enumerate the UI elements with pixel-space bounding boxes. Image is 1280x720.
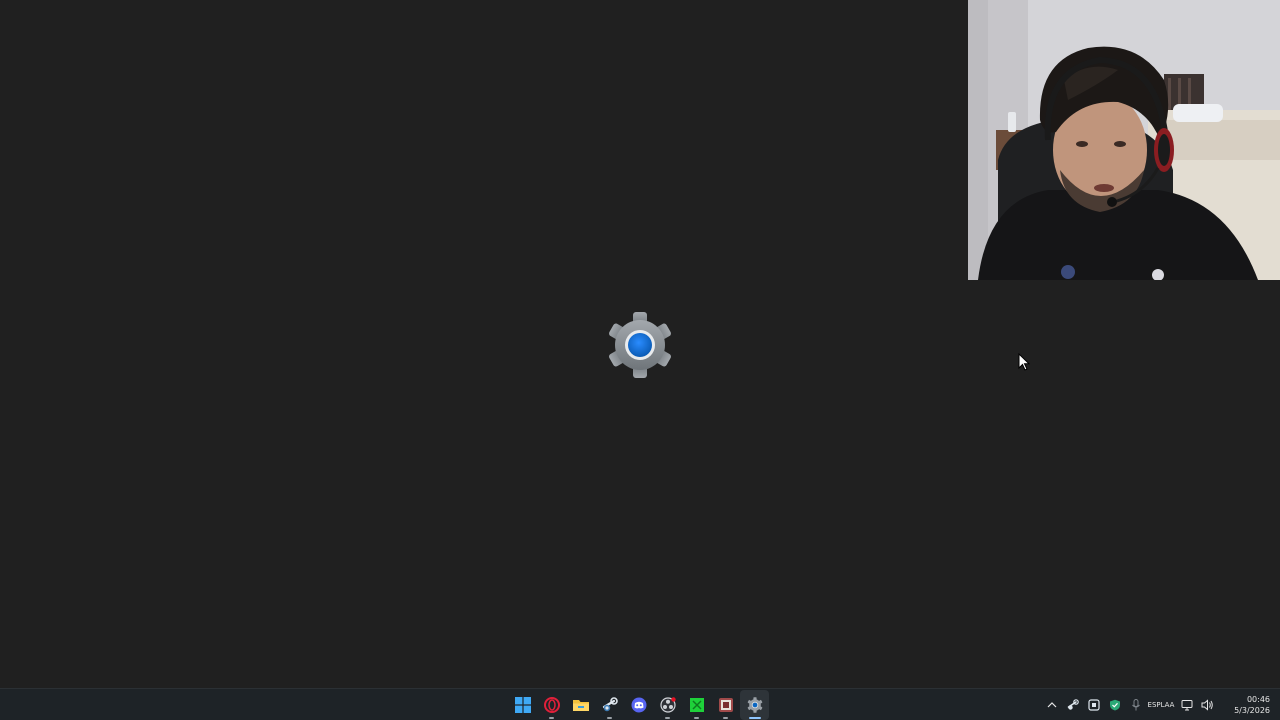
running-indicator bbox=[723, 717, 728, 719]
tray-microphone-button[interactable] bbox=[1125, 690, 1146, 720]
running-indicator bbox=[665, 717, 670, 719]
volume-icon bbox=[1201, 699, 1213, 711]
system-tray: ESP LAA 00:46 5/3/2026 bbox=[1041, 689, 1280, 720]
taskbar-opera-gx-button[interactable] bbox=[537, 690, 566, 720]
webcam-feed bbox=[968, 0, 1280, 280]
taskbar-green-app-button[interactable] bbox=[682, 690, 711, 720]
taskbar-discord-button[interactable] bbox=[624, 690, 653, 720]
clock-date: 5/3/2026 bbox=[1234, 706, 1270, 715]
steam-tray-icon bbox=[1067, 699, 1079, 710]
game-app-icon bbox=[718, 698, 733, 712]
taskbar-file-explorer-button[interactable] bbox=[566, 690, 595, 720]
running-indicator bbox=[694, 717, 699, 719]
running-indicator bbox=[607, 717, 612, 719]
settings-gear-icon bbox=[609, 312, 671, 378]
obs-icon bbox=[659, 697, 676, 713]
mouse-cursor-icon bbox=[1018, 353, 1030, 371]
tray-steam-button[interactable] bbox=[1062, 690, 1083, 720]
taskbar-steam-button[interactable] bbox=[595, 690, 624, 720]
shield-icon bbox=[1109, 699, 1120, 711]
chevron-up-icon bbox=[1047, 702, 1056, 708]
active-indicator bbox=[748, 717, 761, 719]
desktop: ESP LAA 00:46 5/3/2026 bbox=[0, 0, 1280, 720]
tray-security-button[interactable] bbox=[1104, 690, 1125, 720]
microphone-icon bbox=[1131, 699, 1140, 711]
taskbar-obs-button[interactable] bbox=[653, 690, 682, 720]
webcam-person-image bbox=[968, 0, 1280, 280]
taskbar-settings-button[interactable] bbox=[740, 690, 769, 720]
tray-volume-button[interactable] bbox=[1197, 690, 1218, 720]
discord-icon bbox=[631, 697, 646, 713]
taskbar-game-app-button[interactable] bbox=[711, 690, 740, 720]
clock-time: 00:46 bbox=[1246, 695, 1270, 704]
taskbar-pinned-apps bbox=[508, 689, 769, 720]
language-layout: LAA bbox=[1160, 701, 1175, 709]
taskbar-clock[interactable]: 00:46 5/3/2026 bbox=[1218, 694, 1280, 716]
network-icon bbox=[1181, 700, 1192, 711]
input-language-indicator[interactable]: ESP LAA bbox=[1146, 690, 1176, 720]
show-hidden-icons-button[interactable] bbox=[1041, 690, 1062, 720]
language-code: ESP bbox=[1147, 701, 1161, 709]
start-button[interactable] bbox=[508, 690, 537, 720]
tray-network-button[interactable] bbox=[1176, 690, 1197, 720]
app-tray-icon bbox=[1087, 699, 1100, 711]
tray-app-button[interactable] bbox=[1083, 690, 1104, 720]
windows-start-icon bbox=[514, 697, 531, 713]
opera-gx-icon bbox=[543, 697, 560, 713]
taskbar: ESP LAA 00:46 5/3/2026 bbox=[0, 688, 1280, 720]
file-explorer-icon bbox=[572, 700, 589, 711]
settings-icon bbox=[747, 697, 762, 713]
steam-icon bbox=[602, 697, 618, 712]
green-app-icon bbox=[689, 698, 704, 712]
running-indicator bbox=[549, 717, 554, 719]
